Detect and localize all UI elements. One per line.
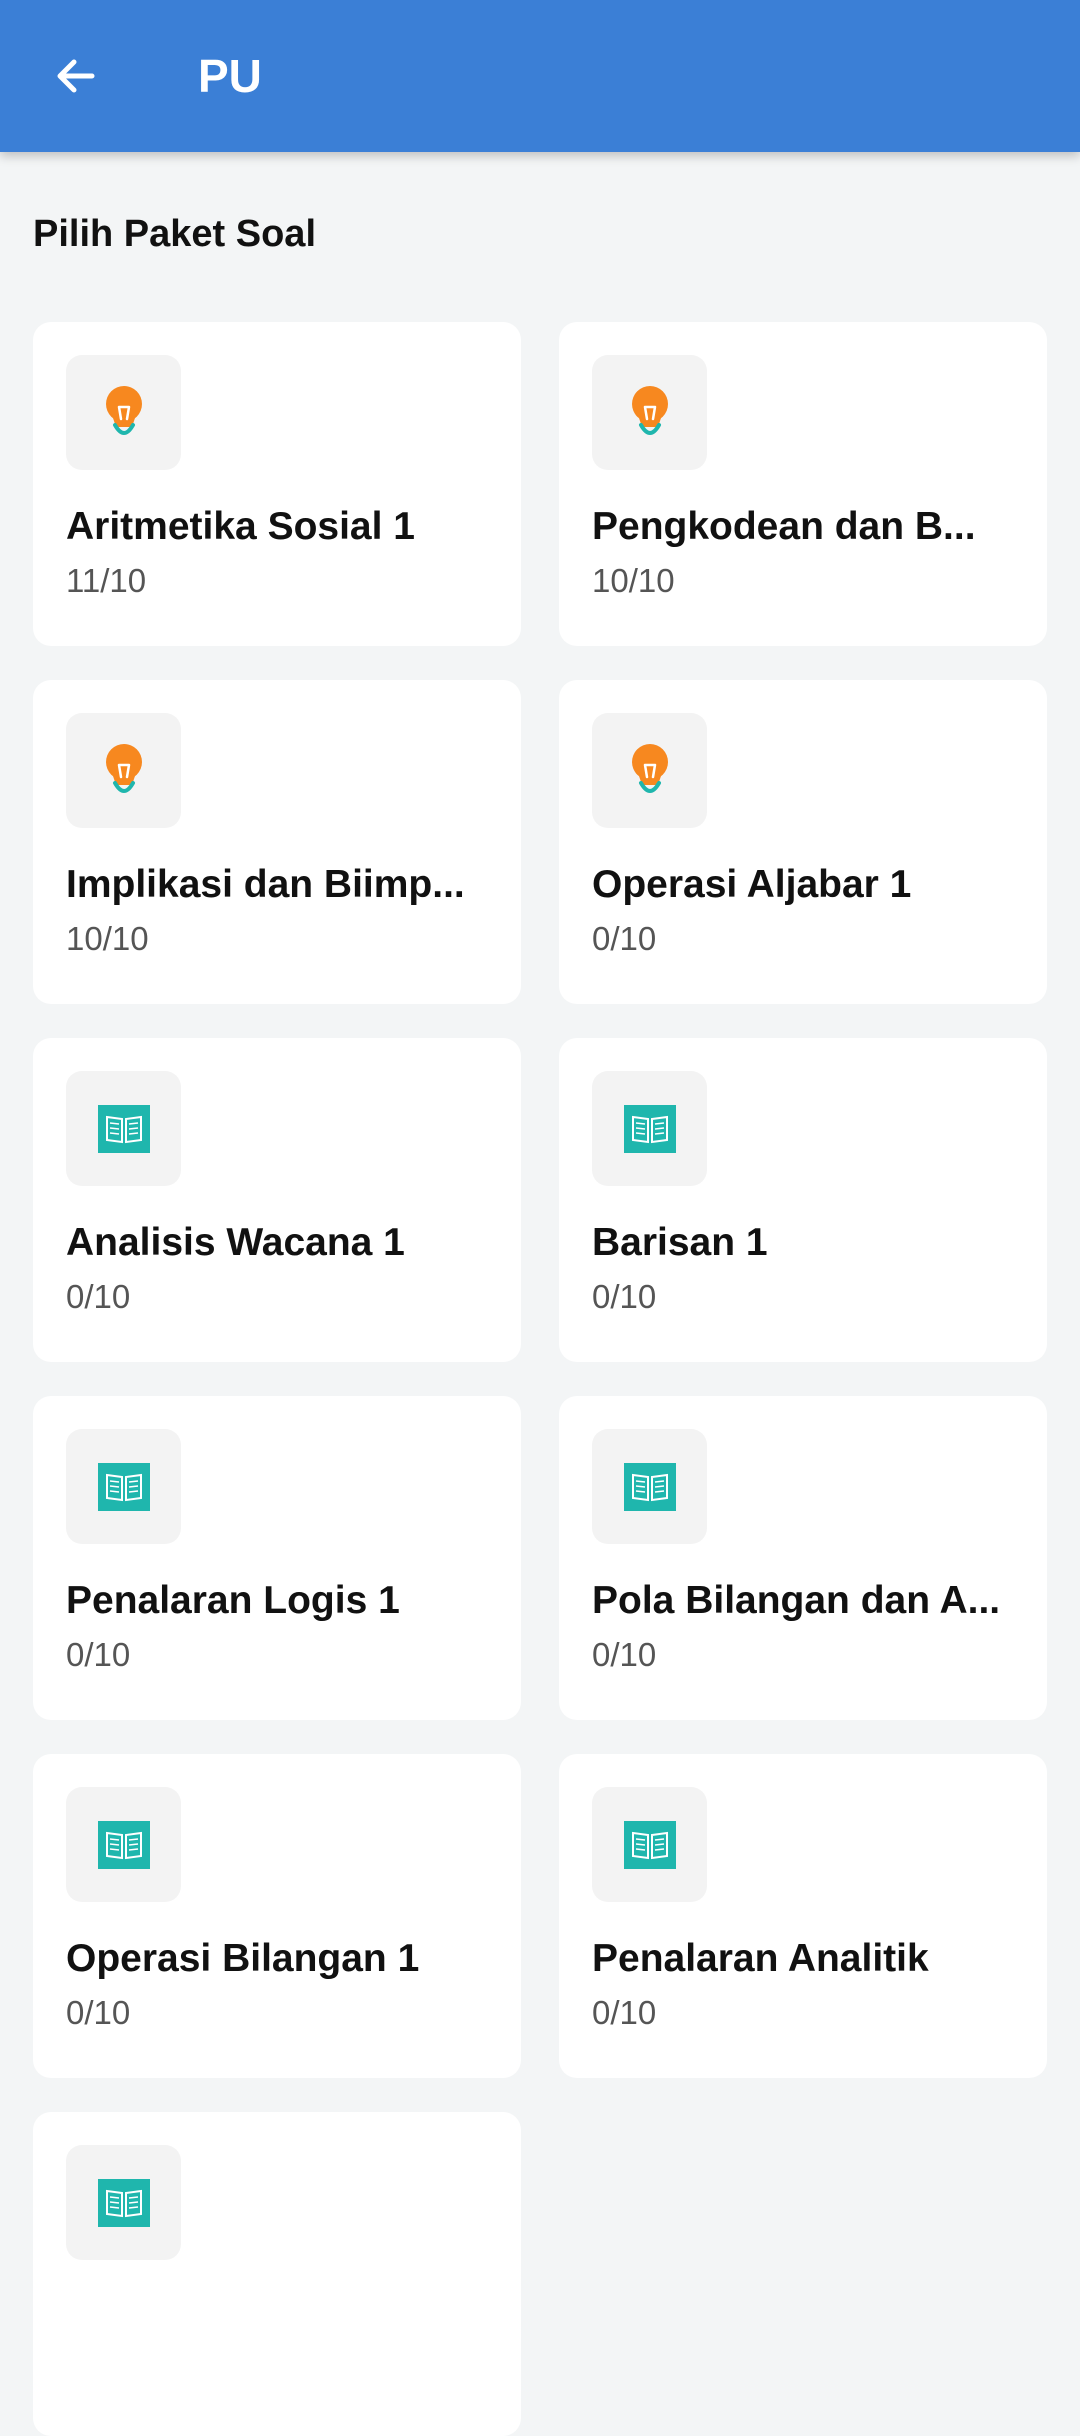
package-progress: 0/10	[592, 1278, 657, 1315]
package-icon-box	[592, 713, 707, 828]
package-card[interactable]: Aritmetika Sosial 1 11/10	[33, 322, 521, 646]
lightbulb-icon	[631, 743, 668, 793]
lightbulb-icon	[105, 743, 142, 793]
book-icon	[623, 1462, 676, 1511]
package-progress: 0/10	[66, 1636, 131, 1673]
package-title: Penalaran Analitik	[592, 1937, 929, 1980]
package-icon-box	[66, 713, 181, 828]
package-progress: 10/10	[592, 562, 675, 599]
package-icon-box	[592, 1071, 707, 1186]
package-icon-box	[592, 1787, 707, 1902]
package-progress: 0/10	[592, 1636, 657, 1673]
package-icon-box	[592, 355, 707, 470]
arrow-left-icon	[57, 59, 95, 93]
package-title: Penalaran Logis 1	[66, 1579, 400, 1622]
package-icon-box	[66, 355, 181, 470]
package-progress: 10/10	[66, 920, 149, 957]
package-card[interactable]: Pengkodean dan B... 10/10	[559, 322, 1047, 646]
book-icon	[623, 1820, 676, 1869]
package-title: Operasi Bilangan 1	[66, 1937, 420, 1980]
package-title: Pengkodean dan B...	[592, 505, 976, 548]
package-grid: Aritmetika Sosial 1 11/10 Pengkodean dan …	[33, 322, 1047, 2436]
package-card[interactable]: Operasi Aljabar 1 0/10	[559, 680, 1047, 1004]
package-title: Implikasi dan Biimp...	[66, 863, 465, 906]
package-icon-box	[66, 1429, 181, 1544]
book-icon	[623, 1104, 676, 1153]
package-card[interactable]: Pola Bilangan dan A... 0/10	[559, 1396, 1047, 1720]
package-progress: 0/10	[66, 1278, 131, 1315]
lightbulb-icon	[631, 385, 668, 435]
package-card[interactable]: Penalaran Analitik 0/10	[559, 1754, 1047, 2078]
book-icon	[97, 1104, 150, 1153]
package-card[interactable]: Operasi Bilangan 1 0/10	[33, 1754, 521, 2078]
package-icon-box	[592, 1429, 707, 1544]
package-title: Barisan 1	[592, 1221, 768, 1264]
package-icon-box	[66, 1787, 181, 1902]
book-icon	[97, 1820, 150, 1869]
package-title: Analisis Wacana 1	[66, 1221, 405, 1264]
lightbulb-icon	[105, 385, 142, 435]
package-card[interactable]: Implikasi dan Biimp... 10/10	[33, 680, 521, 1004]
back-button[interactable]	[34, 38, 118, 114]
package-icon-box	[66, 2145, 181, 2260]
package-card[interactable]: Penalaran Logis 1 0/10	[33, 1396, 521, 1720]
package-title: Operasi Aljabar 1	[592, 863, 912, 906]
package-card[interactable]	[33, 2112, 521, 2436]
book-icon	[97, 1462, 150, 1511]
package-icon-box	[66, 1071, 181, 1186]
package-card[interactable]: Analisis Wacana 1 0/10	[33, 1038, 521, 1362]
package-progress: 0/10	[592, 920, 657, 957]
package-card[interactable]: Barisan 1 0/10	[559, 1038, 1047, 1362]
book-icon	[97, 2178, 150, 2227]
package-progress: 0/10	[592, 1994, 657, 2031]
package-progress: 11/10	[66, 562, 147, 599]
page-title: PU	[198, 50, 262, 102]
package-title: Pola Bilangan dan A...	[592, 1579, 1001, 1622]
section-title: Pilih Paket Soal	[33, 213, 316, 255]
app-bar: PU	[0, 0, 1080, 152]
package-progress: 0/10	[66, 1994, 131, 2031]
package-title: Aritmetika Sosial 1	[66, 505, 415, 548]
